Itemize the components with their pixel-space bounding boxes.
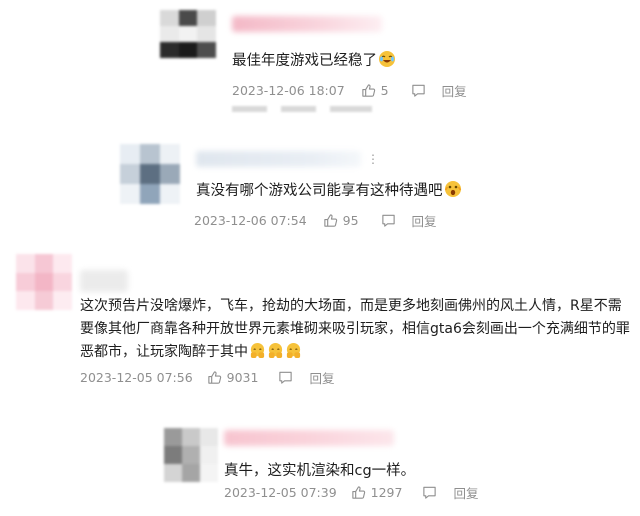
thumbs-up-icon xyxy=(207,370,222,385)
laughing-crying-emoji xyxy=(378,50,396,76)
cropped-nested-line xyxy=(232,106,372,112)
comment-text: 最佳年度游戏已经稳了 xyxy=(232,50,396,76)
reply-button[interactable]: 回复 xyxy=(412,211,437,230)
like-button[interactable]: 1297 xyxy=(351,485,403,500)
like-count: 95 xyxy=(342,213,359,228)
avatar[interactable] xyxy=(164,428,218,482)
avatar[interactable] xyxy=(160,10,216,58)
reply-button[interactable]: 回复 xyxy=(453,483,478,502)
comment-text: 真没有哪个游戏公司能享有这种待遇吧 xyxy=(196,180,462,206)
comment-2: ⋮ 真没有哪个游戏公司能享有这种待遇吧 2023-12-06 07:54 95 … xyxy=(0,118,640,238)
like-button[interactable]: 95 xyxy=(323,213,359,228)
comment-3: 这次预告片没啥爆炸，飞车，抢劫的大场面，而是更多地刻画佛州的风土人情，R星不需 … xyxy=(0,248,640,398)
username[interactable] xyxy=(80,270,128,292)
username[interactable] xyxy=(196,151,361,167)
username[interactable] xyxy=(224,430,394,446)
timestamp: 2023-12-06 07:54 xyxy=(194,213,307,228)
comment-meta: 2023-12-05 07:56 9031 回复 xyxy=(80,368,334,387)
comment-meta: 2023-12-06 07:54 95 回复 xyxy=(194,211,437,230)
thumbs-up-icon xyxy=(351,485,366,500)
comment-meta: 2023-12-06 18:07 5 回复 xyxy=(232,81,467,100)
comment-4: 真牛，这实机渲染和cg一样。 2023-12-05 07:39 1297 回复 xyxy=(0,410,640,516)
timestamp: 2023-12-05 07:39 xyxy=(224,485,337,500)
bowing-hands-emoji xyxy=(285,342,302,367)
timestamp: 2023-12-05 07:56 xyxy=(80,370,193,385)
like-button[interactable]: 5 xyxy=(361,83,389,98)
like-count: 1297 xyxy=(370,485,403,500)
comment-text: 这次预告片没啥爆炸，飞车，抢劫的大场面，而是更多地刻画佛州的风土人情，R星不需 … xyxy=(80,295,630,367)
avatar[interactable] xyxy=(120,144,180,204)
shocked-emoji xyxy=(444,180,462,206)
bowing-hands-emoji xyxy=(249,342,266,367)
comment-bubble-icon[interactable] xyxy=(278,370,293,385)
comment-meta: 2023-12-05 07:39 1297 回复 xyxy=(224,483,478,502)
timestamp: 2023-12-06 18:07 xyxy=(232,83,345,98)
avatar[interactable] xyxy=(16,254,72,310)
thumbs-up-icon xyxy=(361,83,376,98)
comment-bubble-icon[interactable] xyxy=(411,83,426,98)
thumbs-up-icon xyxy=(323,213,338,228)
comment-text: 真牛，这实机渲染和cg一样。 xyxy=(224,463,416,479)
comment-1: 最佳年度游戏已经稳了 2023-12-06 18:07 5 回复 xyxy=(0,0,640,112)
like-count: 9031 xyxy=(226,370,259,385)
reply-button[interactable]: 回复 xyxy=(442,81,467,100)
reply-button[interactable]: 回复 xyxy=(309,368,334,387)
bowing-hands-emoji xyxy=(267,342,284,367)
like-button[interactable]: 9031 xyxy=(207,370,259,385)
username[interactable] xyxy=(232,16,382,32)
like-count: 5 xyxy=(380,83,389,98)
comment-bubble-icon[interactable] xyxy=(422,485,437,500)
comment-bubble-icon[interactable] xyxy=(381,213,396,228)
more-dots-icon[interactable]: ⋮ xyxy=(367,152,379,166)
